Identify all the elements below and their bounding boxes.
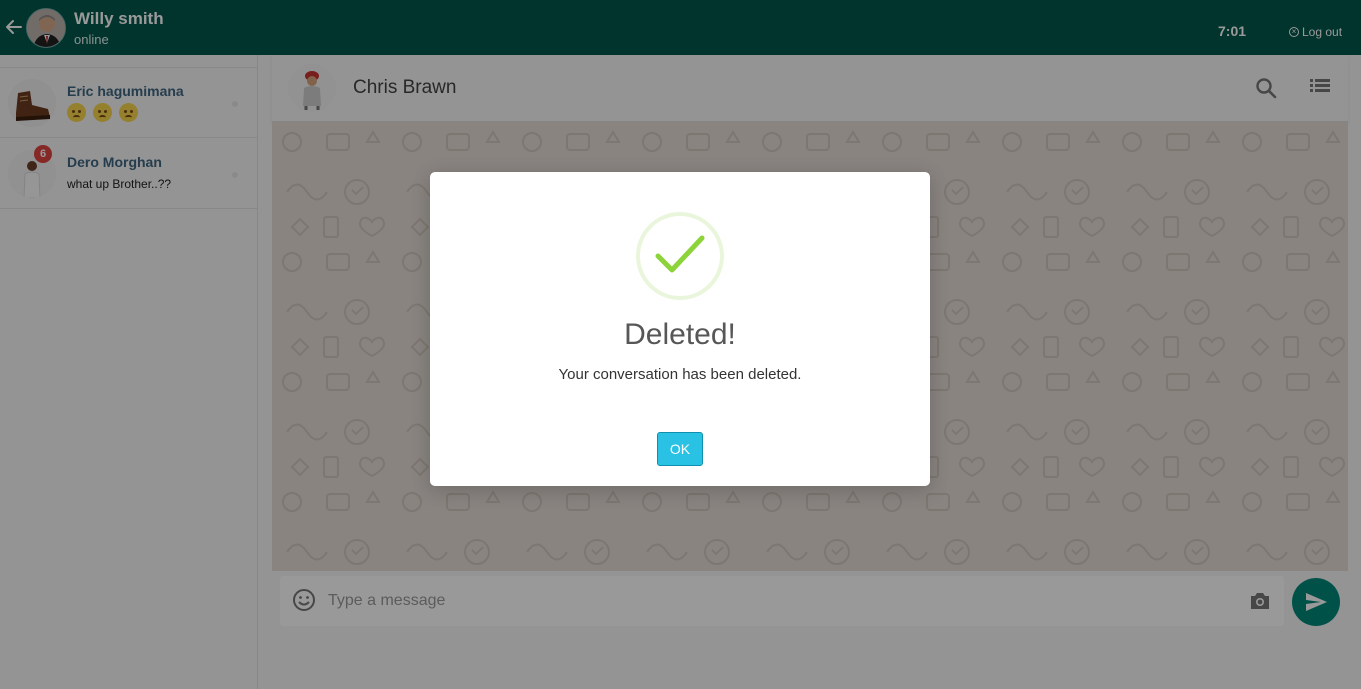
- delete-confirmation-dialog: Deleted! Your conversation has been dele…: [430, 172, 930, 486]
- dialog-title: Deleted!: [624, 318, 736, 351]
- ok-button[interactable]: OK: [657, 432, 703, 466]
- dialog-message: Your conversation has been deleted.: [558, 366, 802, 383]
- success-check-icon: [636, 212, 724, 300]
